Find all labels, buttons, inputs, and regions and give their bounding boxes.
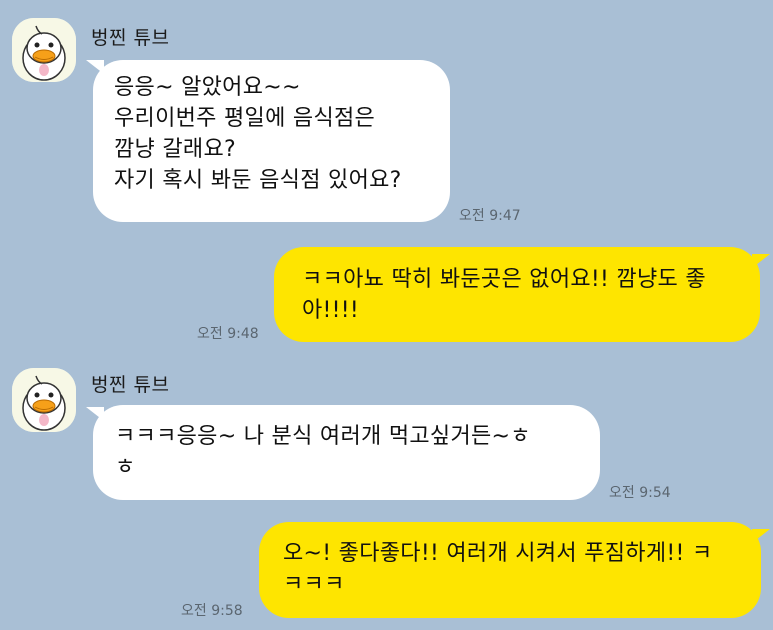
message-timestamp: 오전 9:48 [197,326,259,342]
avatar[interactable] [12,18,76,82]
message-text: ㅋㅋㅋ응응~ 나 분식 여러개 먹고싶거든~ㅎ [115,424,531,449]
message-bubble[interactable]: ㅋㅋㅋ응응~ 나 분식 여러개 먹고싶거든~ㅎ ㅎ [93,405,600,500]
message-text: 오~! 좋다좋다!! 여러개 시켜서 푸짐하게!! ㅋ [283,541,713,566]
message-text: 자기 혹시 봐둔 음식점 있어요? [114,168,402,193]
message-timestamp: 오전 9:58 [181,603,243,619]
avatar[interactable] [12,368,76,432]
message-text: ㅋㅋㅋ [283,572,345,597]
message-timestamp: 오전 9:54 [609,485,671,501]
duck-avatar-icon [12,18,76,82]
message-bubble[interactable]: 오~! 좋다좋다!! 여러개 시켜서 푸짐하게!! ㅋ ㅋㅋㅋ [259,522,761,618]
message-timestamp: 오전 9:47 [459,208,521,224]
bubble-tail [752,529,770,543]
duck-avatar-icon [12,368,76,432]
message-text: 깜냥 갈래요? [114,137,236,162]
bubble-tail [752,254,770,268]
message-bubble[interactable]: 응응~ 알았어요~~ 우리이번주 평일에 음식점은 깜냥 갈래요? 자기 혹시 … [93,60,450,222]
message-text: ㅋㅋ아뇨 딱히 봐둔곳은 없어요!! 깜냥도 좋 [302,267,706,292]
message-text: 아!!!! [302,298,360,323]
message-bubble[interactable]: ㅋㅋ아뇨 딱히 봐둔곳은 없어요!! 깜냥도 좋 아!!!! [274,247,760,342]
message-text: ㅎ [115,455,136,480]
message-text: 우리이번주 평일에 음식점은 [114,106,376,131]
sender-name: 벙찐 튜브 [91,27,170,49]
sender-name: 벙찐 튜브 [91,374,170,396]
message-text: 응응~ 알았어요~~ [114,75,301,100]
